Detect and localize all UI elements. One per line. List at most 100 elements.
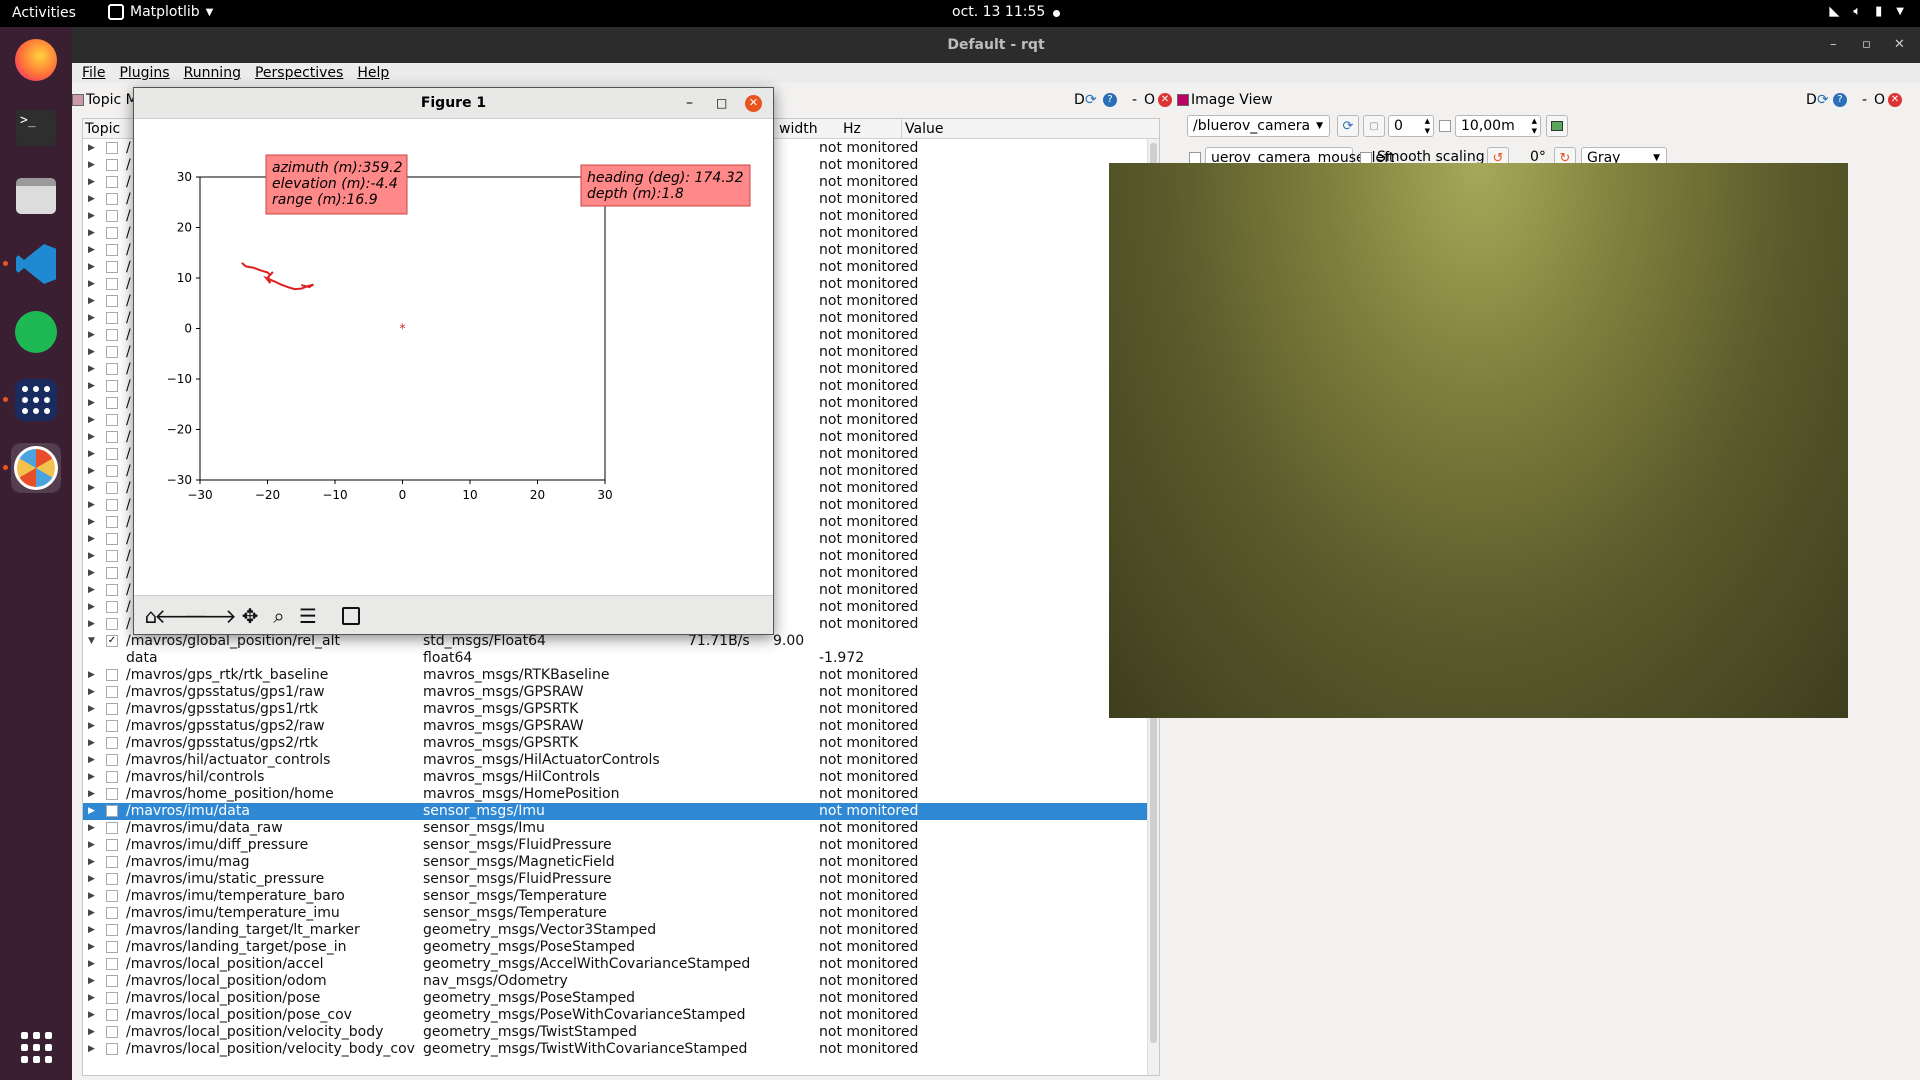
row-checkbox[interactable] bbox=[106, 873, 118, 885]
expand-arrow-icon[interactable]: ▶ bbox=[88, 973, 95, 990]
table-row[interactable]: ▶ /mavros/home_position/home mavros_msgs/H… bbox=[83, 786, 1149, 803]
row-checkbox[interactable] bbox=[106, 754, 118, 766]
collapse-arrow-icon[interactable]: ▼ bbox=[88, 633, 95, 650]
row-checkbox[interactable] bbox=[106, 618, 118, 630]
row-checkbox[interactable] bbox=[106, 1009, 118, 1021]
row-checkbox[interactable] bbox=[106, 499, 118, 511]
row-checkbox[interactable] bbox=[106, 567, 118, 579]
row-checkbox[interactable] bbox=[106, 193, 118, 205]
app-menu[interactable]: Matplotlib ▼ bbox=[108, 4, 213, 20]
help-icon[interactable]: ? bbox=[1103, 93, 1117, 107]
table-row[interactable]: ▶ /mavros/local_position/velocity_body_co… bbox=[83, 1041, 1149, 1058]
table-row[interactable]: ▶ /mavros/hil/controls mavros_msgs/HilCont… bbox=[83, 769, 1149, 786]
table-row[interactable]: data float64 -1.972 bbox=[83, 650, 1149, 667]
expand-arrow-icon[interactable]: ▶ bbox=[88, 888, 95, 905]
row-checkbox[interactable] bbox=[106, 329, 118, 341]
row-checkbox[interactable] bbox=[106, 686, 118, 698]
expand-arrow-icon[interactable]: ▶ bbox=[88, 548, 95, 565]
float-button[interactable]: - bbox=[1862, 89, 1867, 111]
row-checkbox[interactable] bbox=[106, 159, 118, 171]
options-button[interactable]: O bbox=[1144, 89, 1155, 111]
expand-arrow-icon[interactable]: ▶ bbox=[88, 667, 95, 684]
row-checkbox[interactable] bbox=[106, 516, 118, 528]
row-checkbox[interactable] bbox=[106, 737, 118, 749]
row-checkbox[interactable] bbox=[106, 669, 118, 681]
row-checkbox[interactable] bbox=[106, 822, 118, 834]
table-row[interactable]: ▶ /mavros/imu/mag sensor_msgs/MagneticFiel… bbox=[83, 854, 1149, 871]
expand-arrow-icon[interactable]: ▶ bbox=[88, 820, 95, 837]
row-checkbox[interactable] bbox=[106, 397, 118, 409]
row-checkbox[interactable] bbox=[106, 975, 118, 987]
table-row[interactable]: ▶ /mavros/imu/data sensor_msgs/Imu not moni… bbox=[83, 803, 1149, 820]
row-checkbox[interactable] bbox=[106, 550, 118, 562]
expand-arrow-icon[interactable]: ▶ bbox=[88, 786, 95, 803]
expand-arrow-icon[interactable]: ▶ bbox=[88, 616, 95, 633]
expand-arrow-icon[interactable]: ▶ bbox=[88, 412, 95, 429]
row-checkbox[interactable] bbox=[106, 601, 118, 613]
dock-d-button[interactable]: D bbox=[1074, 89, 1085, 111]
row-checkbox[interactable] bbox=[106, 312, 118, 324]
row-checkbox[interactable] bbox=[106, 278, 118, 290]
topic-select[interactable]: /bluerov_camera ▼ bbox=[1187, 115, 1330, 137]
col-bandwidth[interactable]: width bbox=[779, 119, 818, 139]
table-row[interactable]: ▶ /mavros/hil/actuator_controls mavros_msg… bbox=[83, 752, 1149, 769]
row-checkbox[interactable] bbox=[106, 210, 118, 222]
row-checkbox[interactable] bbox=[106, 584, 118, 596]
row-checkbox[interactable]: ✓ bbox=[106, 635, 118, 647]
menu-help[interactable]: Help bbox=[357, 63, 389, 83]
row-checkbox[interactable] bbox=[106, 1026, 118, 1038]
row-checkbox[interactable] bbox=[106, 856, 118, 868]
expand-arrow-icon[interactable]: ▶ bbox=[88, 344, 95, 361]
expand-arrow-icon[interactable]: ▶ bbox=[88, 174, 95, 191]
files-icon[interactable] bbox=[11, 171, 61, 221]
show-applications-icon[interactable] bbox=[11, 1022, 61, 1072]
camera-image[interactable] bbox=[1109, 163, 1848, 718]
expand-arrow-icon[interactable]: ▶ bbox=[88, 599, 95, 616]
table-row[interactable]: ▶ /mavros/local_position/pose_cov geometry… bbox=[83, 1007, 1149, 1024]
expand-arrow-icon[interactable]: ▶ bbox=[88, 293, 95, 310]
expand-arrow-icon[interactable]: ▶ bbox=[88, 446, 95, 463]
expand-arrow-icon[interactable]: ▶ bbox=[88, 140, 95, 157]
row-checkbox[interactable] bbox=[106, 261, 118, 273]
row-checkbox[interactable] bbox=[106, 941, 118, 953]
forward-button[interactable]: 🡒 bbox=[183, 604, 237, 628]
expand-arrow-icon[interactable]: ▶ bbox=[88, 701, 95, 718]
expand-arrow-icon[interactable]: ▶ bbox=[88, 208, 95, 225]
window-titlebar[interactable]: Default - rqt – ▫ ✕ bbox=[72, 27, 1920, 63]
refresh-topics-button[interactable]: ⟳ bbox=[1337, 115, 1359, 137]
row-checkbox[interactable] bbox=[106, 788, 118, 800]
expand-arrow-icon[interactable]: ▶ bbox=[88, 463, 95, 480]
col-value[interactable]: Value bbox=[901, 119, 943, 139]
expand-arrow-icon[interactable]: ▶ bbox=[88, 582, 95, 599]
expand-arrow-icon[interactable]: ▶ bbox=[88, 378, 95, 395]
expand-arrow-icon[interactable]: ▶ bbox=[88, 922, 95, 939]
expand-arrow-icon[interactable]: ▶ bbox=[88, 939, 95, 956]
row-checkbox[interactable] bbox=[106, 244, 118, 256]
menu-running[interactable]: Running bbox=[184, 63, 241, 83]
expand-arrow-icon[interactable]: ▶ bbox=[88, 990, 95, 1007]
row-checkbox[interactable] bbox=[106, 1043, 118, 1055]
figure-maximize-button[interactable]: □ bbox=[716, 88, 727, 119]
expand-arrow-icon[interactable]: ▶ bbox=[88, 905, 95, 922]
row-checkbox[interactable] bbox=[106, 771, 118, 783]
expand-arrow-icon[interactable]: ▶ bbox=[88, 276, 95, 293]
configure-subplots-button[interactable]: ☰ bbox=[296, 604, 320, 628]
expand-arrow-icon[interactable]: ▶ bbox=[88, 1041, 95, 1058]
expand-arrow-icon[interactable]: ▶ bbox=[88, 225, 95, 242]
expand-arrow-icon[interactable]: ▶ bbox=[88, 854, 95, 871]
expand-arrow-icon[interactable]: ▶ bbox=[88, 531, 95, 548]
table-row[interactable]: ▶ /mavros/gpsstatus/gps2/raw mavros_msgs/G… bbox=[83, 718, 1149, 735]
expand-arrow-icon[interactable]: ▶ bbox=[88, 429, 95, 446]
plot-canvas[interactable]: −30 −20 −10 0 10 20 30 30 20 10 0 −10 −20 −30 * azimu… bbox=[134, 119, 773, 595]
menu-plugins[interactable]: Plugins bbox=[119, 63, 169, 83]
row-checkbox[interactable] bbox=[106, 295, 118, 307]
table-row[interactable]: ▶ /mavros/local_position/odom nav_msgs/Odo… bbox=[83, 973, 1149, 990]
expand-arrow-icon[interactable]: ▶ bbox=[88, 565, 95, 582]
table-row[interactable]: ▶ /mavros/imu/diff_pressure sensor_msgs/Fl… bbox=[83, 837, 1149, 854]
expand-arrow-icon[interactable]: ▶ bbox=[88, 310, 95, 327]
expand-arrow-icon[interactable]: ▶ bbox=[88, 752, 95, 769]
expand-arrow-icon[interactable]: ▶ bbox=[88, 1007, 95, 1024]
expand-arrow-icon[interactable]: ▶ bbox=[88, 480, 95, 497]
pan-button[interactable]: ✥ bbox=[238, 604, 262, 628]
firefox-icon[interactable] bbox=[11, 35, 61, 85]
